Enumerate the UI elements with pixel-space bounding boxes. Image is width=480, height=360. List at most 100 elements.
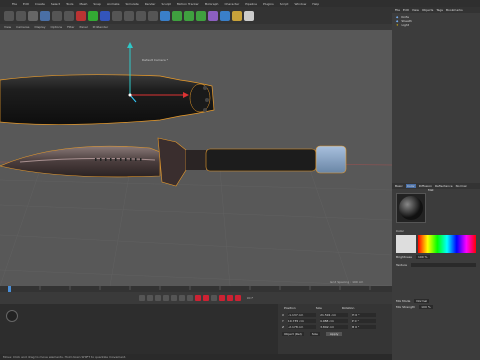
prev-key-icon[interactable] bbox=[146, 295, 153, 301]
menu-item-tools[interactable]: Tools bbox=[66, 2, 73, 6]
coord-z-pos[interactable]: -2.178 cm bbox=[288, 325, 317, 329]
viewport-tab-view[interactable]: View bbox=[4, 25, 11, 29]
y-axis-icon[interactable] bbox=[88, 10, 98, 21]
goto-start-icon[interactable] bbox=[138, 295, 145, 301]
viewport-tab-options[interactable]: Options bbox=[51, 25, 63, 29]
array-icon[interactable] bbox=[196, 10, 206, 21]
rotation-key-icon[interactable] bbox=[234, 295, 241, 301]
material-manager bbox=[0, 304, 278, 360]
om-tab-edit[interactable]: Edit bbox=[403, 8, 409, 12]
menu-item-script[interactable]: Script bbox=[280, 2, 289, 6]
menu-item-pipeline[interactable]: Pipeline bbox=[245, 2, 257, 6]
right-panel: File Edit View Objects Tags Bookmarks ◆ … bbox=[392, 7, 480, 360]
scale-tool-icon[interactable] bbox=[52, 10, 62, 21]
cube-icon[interactable] bbox=[160, 10, 170, 21]
menu-item-snap[interactable]: Snap bbox=[93, 2, 101, 6]
viewport-tab-filter[interactable]: Filter bbox=[67, 25, 74, 29]
color-swatch[interactable] bbox=[396, 235, 416, 253]
render-view-icon[interactable] bbox=[124, 10, 134, 21]
light-icon[interactable] bbox=[244, 10, 254, 21]
viewport-tab-prorender[interactable]: ProRender bbox=[93, 25, 108, 29]
subdivision-icon[interactable] bbox=[184, 10, 194, 21]
rotate-tool-icon[interactable] bbox=[64, 10, 74, 21]
apply-button[interactable]: Apply bbox=[325, 332, 343, 336]
knife-object[interactable] bbox=[0, 137, 347, 187]
deformer-icon[interactable] bbox=[208, 10, 218, 21]
x-axis-icon[interactable] bbox=[76, 10, 86, 21]
3d-viewport[interactable]: Default Camera * Grid Spacing : 100 cm bbox=[0, 30, 392, 286]
menu-item-simulate[interactable]: Simulate bbox=[126, 2, 139, 6]
viewport-tab-panel[interactable]: Panel bbox=[80, 25, 88, 29]
menu-item-window[interactable]: Window bbox=[294, 2, 306, 6]
attr-tab-color[interactable]: Color bbox=[405, 184, 416, 188]
menu-item-edit[interactable]: Edit bbox=[23, 2, 29, 6]
coord-x-rot[interactable]: H 0 ° bbox=[352, 313, 377, 317]
position-key-icon[interactable] bbox=[218, 295, 225, 301]
menu-item-animate[interactable]: Animate bbox=[107, 2, 120, 6]
menu-item-select[interactable]: Select bbox=[51, 2, 60, 6]
undo-icon[interactable] bbox=[4, 10, 14, 21]
size-dropdown[interactable]: Size bbox=[309, 332, 320, 336]
om-tab-objects[interactable]: Objects bbox=[422, 8, 433, 12]
floor-icon[interactable] bbox=[220, 10, 230, 21]
om-tab-bookmarks[interactable]: Bookmarks bbox=[446, 8, 463, 12]
sheath-object[interactable] bbox=[0, 74, 215, 125]
attr-tab-reflectance[interactable]: Reflectance bbox=[435, 184, 453, 188]
autokey-icon[interactable] bbox=[202, 295, 209, 301]
menu-item-motion-tracker[interactable]: Motion Tracker bbox=[177, 2, 199, 6]
next-key-icon[interactable] bbox=[178, 295, 185, 301]
redo-icon[interactable] bbox=[16, 10, 26, 21]
attribute-tabs: Basic Color Diffusion Reflectance Normal bbox=[392, 183, 480, 189]
menu-item-mesh[interactable]: Mesh bbox=[79, 2, 87, 6]
render-picture-viewer-icon[interactable] bbox=[136, 10, 146, 21]
record-icon[interactable] bbox=[194, 295, 201, 301]
coordinate-system-icon[interactable] bbox=[112, 10, 122, 21]
menu-item-render[interactable]: Render bbox=[145, 2, 156, 6]
viewport-tab-display[interactable]: Display bbox=[34, 25, 45, 29]
coord-y-size[interactable]: 4.088 cm bbox=[319, 319, 348, 323]
prev-frame-icon[interactable] bbox=[154, 295, 161, 301]
menu-item-character[interactable]: Character bbox=[224, 2, 239, 6]
keyframe-selection-icon[interactable] bbox=[210, 295, 217, 301]
mix-mode-value[interactable]: Normal bbox=[414, 299, 430, 303]
object-list-item[interactable]: ✦ Light bbox=[396, 23, 476, 27]
object-rel-dropdown[interactable]: Object (Rel) bbox=[282, 332, 304, 336]
om-tab-file[interactable]: File bbox=[395, 8, 400, 12]
menu-item-plugins[interactable]: Plugins bbox=[263, 2, 274, 6]
coord-z-size[interactable]: 3.892 cm bbox=[320, 325, 349, 329]
color-picker[interactable] bbox=[396, 235, 476, 253]
coord-y-rot[interactable]: P 0 ° bbox=[351, 319, 376, 323]
brightness-value[interactable]: 100 % bbox=[415, 255, 430, 259]
render-settings-icon[interactable] bbox=[148, 10, 158, 21]
material-preview[interactable] bbox=[396, 193, 426, 223]
menu-item-help[interactable]: Help bbox=[312, 2, 319, 6]
z-axis-icon[interactable] bbox=[100, 10, 110, 21]
menu-item-file[interactable]: File bbox=[12, 2, 17, 6]
select-tool-icon[interactable] bbox=[28, 10, 38, 21]
coord-header-rotation: Rotation bbox=[341, 306, 355, 310]
material-swatch-icon[interactable] bbox=[6, 310, 18, 322]
menu-item-create[interactable]: Create bbox=[35, 2, 45, 6]
goto-end-icon[interactable] bbox=[186, 295, 193, 301]
om-tab-view[interactable]: View bbox=[412, 8, 419, 12]
om-tab-tags[interactable]: Tags bbox=[436, 8, 443, 12]
attr-tab-basic[interactable]: Basic bbox=[395, 184, 403, 188]
mix-strength-value[interactable]: 100 % bbox=[419, 305, 433, 309]
attr-tab-normal[interactable]: Normal bbox=[456, 184, 467, 188]
hue-slider[interactable] bbox=[418, 235, 476, 253]
coord-y-pos[interactable]: 10.735 cm bbox=[287, 319, 316, 323]
menu-item-mograph[interactable]: MoGraph bbox=[205, 2, 219, 6]
scale-key-icon[interactable] bbox=[226, 295, 233, 301]
frame-end-label: 90 F bbox=[246, 296, 254, 300]
spline-pen-icon[interactable] bbox=[172, 10, 182, 21]
coord-z-rot[interactable]: B 0 ° bbox=[352, 325, 377, 329]
play-icon[interactable] bbox=[162, 295, 169, 301]
menu-item-sculpt[interactable]: Sculpt bbox=[161, 2, 170, 6]
move-tool-icon[interactable] bbox=[40, 10, 50, 21]
coord-x-size[interactable]: 21.591 cm bbox=[320, 313, 349, 317]
texture-field[interactable] bbox=[410, 263, 476, 267]
viewport-tab-cameras[interactable]: Cameras bbox=[16, 25, 29, 29]
camera-icon[interactable] bbox=[232, 10, 242, 21]
next-frame-icon[interactable] bbox=[170, 295, 177, 301]
coord-x-pos[interactable]: -1.137 cm bbox=[288, 313, 317, 317]
